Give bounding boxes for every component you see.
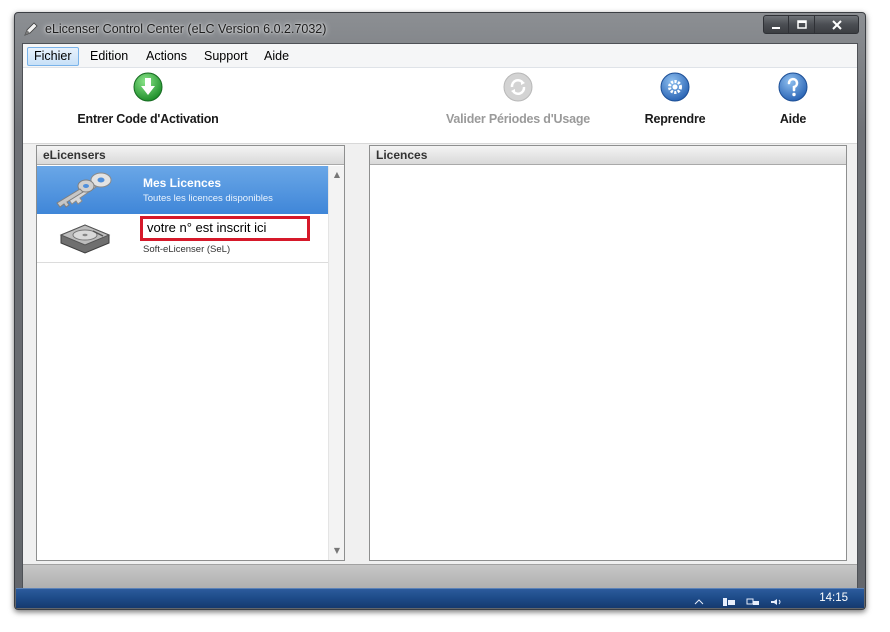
elicensers-panel-header: eLicensers xyxy=(37,146,344,165)
application-window: eLicenser Control Center (eLC Version 6.… xyxy=(14,12,866,610)
maximize-icon xyxy=(796,19,807,29)
window-controls xyxy=(763,15,859,35)
help-icon xyxy=(778,72,808,102)
download-arrow-icon xyxy=(133,72,163,102)
help-button[interactable]: Aide xyxy=(765,72,821,126)
hard-drive-icon xyxy=(59,224,111,254)
close-icon xyxy=(831,19,842,30)
menu-edition[interactable]: Edition xyxy=(83,47,135,66)
status-bar xyxy=(23,564,857,588)
close-button[interactable] xyxy=(815,15,859,34)
screen: eLicenser Control Center (eLC Version 6.… xyxy=(0,0,890,632)
toolbar: Entrer Code d'Activation Valider Période… xyxy=(23,68,857,144)
licences-panel: Licences xyxy=(369,145,847,561)
title-bar[interactable]: eLicenser Control Center (eLC Version 6.… xyxy=(15,13,865,43)
resume-label: Reprendre xyxy=(644,112,706,126)
keys-icon xyxy=(56,172,112,208)
licences-panel-header: Licences xyxy=(370,146,846,165)
elicensers-panel: eLicensers Mes Licences Toutes les licen xyxy=(36,145,345,561)
minimize-button[interactable] xyxy=(763,15,789,34)
minimize-icon xyxy=(772,26,780,29)
elicensers-list: Mes Licences Toutes les licences disponi… xyxy=(37,166,343,560)
menu-aide[interactable]: Aide xyxy=(257,47,296,66)
menu-bar: Fichier Edition Actions Support Aide xyxy=(23,44,857,68)
enter-code-label: Entrer Code d'Activation xyxy=(77,112,219,126)
maximize-button[interactable] xyxy=(789,15,815,34)
window-title: eLicenser Control Center (eLC Version 6.… xyxy=(45,22,327,36)
flag-icon[interactable] xyxy=(722,598,736,606)
soft-elicenser-subtitle: Soft-eLicenser (SeL) xyxy=(143,244,231,255)
tray-arrow-icon[interactable] xyxy=(694,598,704,606)
scroll-up-arrow-icon[interactable]: ▲ xyxy=(332,170,342,180)
elicensers-scrollbar[interactable]: ▲ ▼ xyxy=(328,166,344,560)
refresh-icon xyxy=(503,72,533,102)
my-licences-title: Mes Licences xyxy=(143,176,222,190)
resume-button[interactable]: Reprendre xyxy=(635,72,715,126)
taskbar-clock[interactable]: 14:15 xyxy=(819,592,848,604)
scroll-down-arrow-icon[interactable]: ▼ xyxy=(332,546,342,556)
help-label: Aide xyxy=(779,112,807,126)
menu-actions[interactable]: Actions xyxy=(139,47,194,66)
enter-activation-code-button[interactable]: Entrer Code d'Activation xyxy=(63,72,233,126)
serial-number-highlight: votre n° est inscrit ici xyxy=(140,216,310,241)
network-icon[interactable] xyxy=(746,598,760,606)
menu-fichier[interactable]: Fichier xyxy=(27,47,79,66)
speaker-icon[interactable] xyxy=(770,598,784,606)
list-item-soft-elicenser[interactable]: votre n° est inscrit ici Soft-eLicenser … xyxy=(37,215,343,263)
client-area: Fichier Edition Actions Support Aide Ent… xyxy=(22,43,858,589)
validate-usage-periods-button[interactable]: Valider Périodes d'Usage xyxy=(443,72,593,126)
menu-support[interactable]: Support xyxy=(197,47,255,66)
gear-icon xyxy=(660,72,690,102)
list-item-my-licences[interactable]: Mes Licences Toutes les licences disponi… xyxy=(37,166,343,214)
my-licences-subtitle: Toutes les licences disponibles xyxy=(143,193,273,204)
validate-periods-label: Valider Périodes d'Usage xyxy=(445,112,591,126)
pencil-icon xyxy=(24,22,38,36)
taskbar: 14:15 xyxy=(16,588,864,608)
